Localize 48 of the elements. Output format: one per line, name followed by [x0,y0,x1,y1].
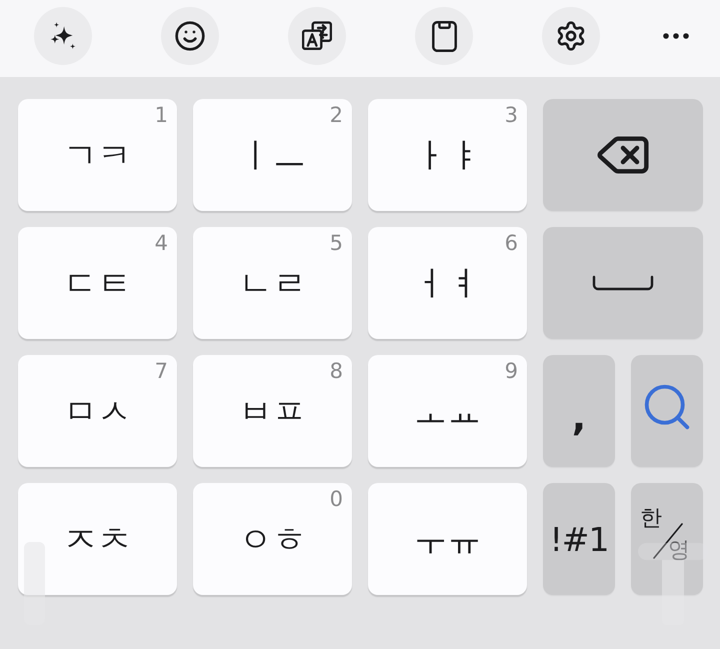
key-label: ㅈㅊ [64,523,132,557]
hangul-label: 한 [640,508,662,530]
letter-key[interactable]: ㅁㅅ 7 [18,355,177,467]
key-number: 7 [154,361,168,382]
space-icon [592,275,654,291]
smiley-icon [174,20,206,52]
translate-icon [302,21,332,51]
letter-key[interactable]: ㅓㅕ 6 [368,227,527,339]
settings-icon [555,20,587,52]
more-icon [663,33,689,39]
key-number: 4 [154,233,168,254]
key-label: ㅁㅅ [64,395,132,429]
key-label: ㄷㅌ [64,267,132,301]
comma-key[interactable]: , [543,355,615,467]
key-label: ㅓㅕ [414,267,482,301]
letter-key[interactable]: ㅂㅍ 8 [193,355,352,467]
clipboard-icon [432,20,456,52]
key-label: ㅏㅑ [414,139,482,173]
letter-key[interactable]: ㄱㅋ 1 [18,99,177,211]
key-number: 9 [504,361,518,382]
letter-key[interactable]: ㅗㅛ 9 [368,355,527,467]
key-label: ㅂㅍ [238,395,306,429]
key-number: 6 [504,233,518,254]
symbols-key[interactable]: !#1 [543,483,615,595]
letter-key[interactable]: ㅜㅠ [368,483,527,595]
letter-key[interactable]: ㅣㅡ 2 [193,99,352,211]
search-key[interactable] [631,355,703,467]
key-label: ㄱㅋ [64,139,132,173]
key-number: 8 [330,361,343,382]
english-toggle-label: 영 [668,540,690,562]
letter-key[interactable]: ㅏㅑ 3 [368,99,527,211]
key-number: 1 [154,105,168,126]
key-label: ㅣㅡ [238,139,306,173]
letter-key[interactable]: ㄷㅌ 4 [18,227,177,339]
key-number: 2 [330,105,343,126]
language-key[interactable]: 한 영 [631,483,703,595]
letter-key[interactable]: ㅇㅎ 0 [193,483,352,595]
key-label: ㅇㅎ [238,523,306,557]
key-number: 3 [504,105,518,126]
sparkles-icon [49,22,77,50]
letter-key[interactable]: ㄴㄹ 5 [193,227,352,339]
key-number: 0 [330,489,343,510]
key-label: ㅜㅠ [414,523,482,557]
key-label: ㄴㄹ [238,267,306,301]
backspace-key[interactable] [543,99,703,211]
key-number: 5 [330,233,343,254]
letter-key[interactable]: ㅈㅊ [18,483,177,595]
key-label: ㅗㅛ [414,395,482,429]
